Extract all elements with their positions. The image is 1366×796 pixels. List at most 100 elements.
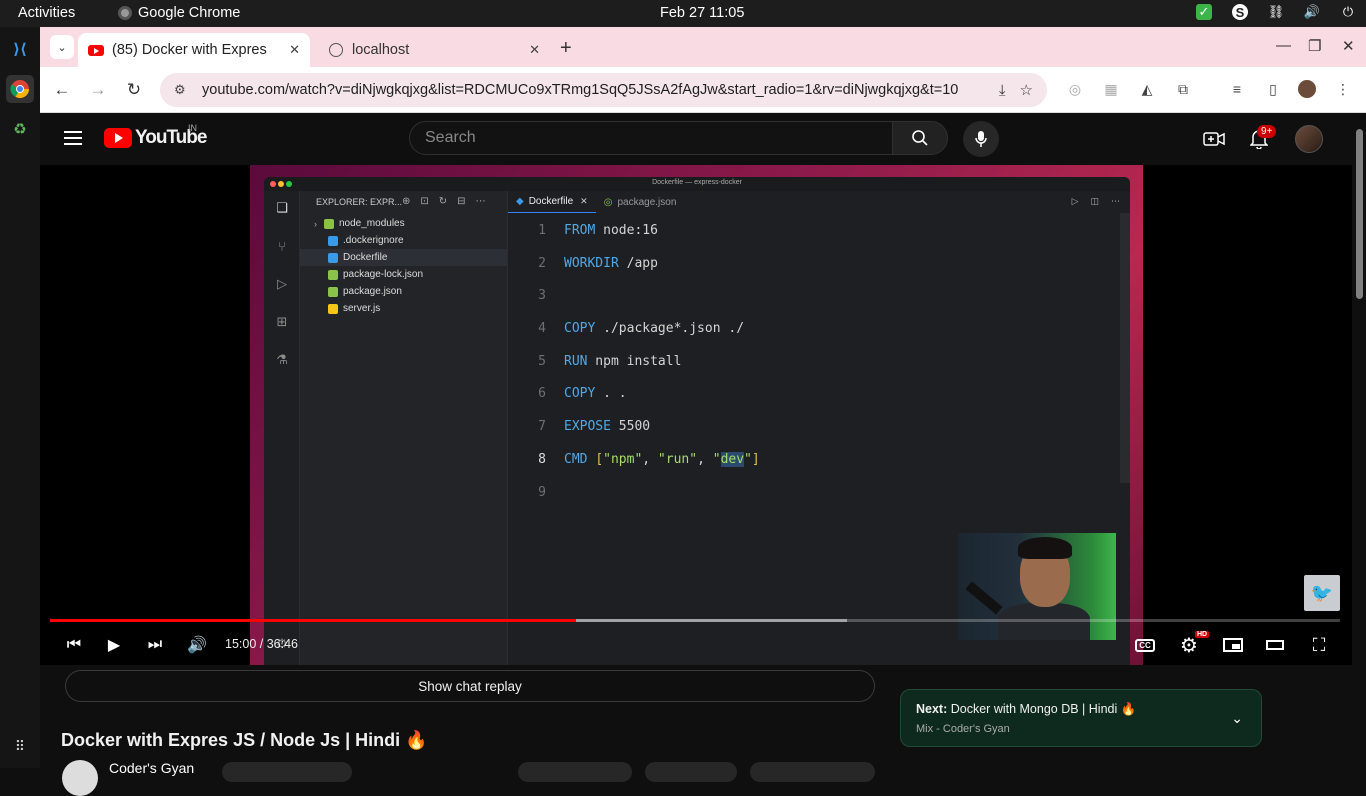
network-icon[interactable]: ⛓	[1268, 4, 1285, 20]
media-control-icon[interactable]: ≡	[1228, 80, 1246, 98]
explorer-item: .dockerignore	[300, 232, 507, 249]
tab-search-dropdown-icon[interactable]: ⌄	[50, 35, 74, 59]
up-next-title-line: Next: Docker with Mongo DB | Hindi 🔥	[916, 702, 1137, 716]
reload-button[interactable]: ↻	[122, 78, 146, 102]
more-actions-button[interactable]	[750, 762, 875, 782]
app-menu[interactable]: Google Chrome	[118, 5, 240, 21]
close-tab-icon[interactable]: ✕	[529, 42, 540, 58]
search-button[interactable]	[892, 121, 948, 155]
trash-icon[interactable]: ♻	[6, 115, 34, 143]
explorer-item: server.js	[300, 300, 507, 317]
back-button[interactable]: ←	[50, 78, 74, 102]
address-bar[interactable]: ⚙ youtube.com/watch?v=diNjwgkqjxg&list=R…	[160, 73, 1047, 107]
update-icon[interactable]: ✓	[1196, 4, 1212, 20]
maximize-icon[interactable]: ❐	[1308, 37, 1321, 55]
play-button[interactable]: ▶	[102, 633, 126, 657]
menu-hamburger-icon[interactable]	[64, 131, 82, 145]
minimize-icon[interactable]: —	[1276, 37, 1291, 54]
system-tray[interactable]: ✓ S ⛓ 🔊 ⏻	[1196, 4, 1356, 20]
collapse-icon: ⊟	[457, 196, 466, 207]
vscode-launcher-icon[interactable]: ⟩⟨	[6, 35, 34, 63]
more-icon: ⋯	[1111, 196, 1120, 206]
page-scrollbar[interactable]	[1352, 113, 1366, 768]
code-line: 7 EXPOSE 5500	[538, 419, 651, 435]
previous-button[interactable]: ⏮	[62, 633, 86, 657]
code-line: 4 COPY ./package*.json ./	[538, 321, 745, 337]
vscode-titlebar: Dockerfile — express-docker	[264, 177, 1130, 191]
editor-tab-package-json: ◎ package.json	[603, 196, 677, 208]
code-line-current: 8 CMD ["npm", "run", "dev"]	[538, 451, 760, 467]
editor-scrollbar	[1120, 213, 1130, 483]
youtube-favicon-icon	[88, 42, 104, 58]
bookmark-star-icon[interactable]: ☆	[1020, 81, 1033, 99]
json-file-icon	[328, 286, 338, 297]
source-control-icon: ⑂	[278, 238, 286, 254]
like-button[interactable]	[518, 762, 632, 782]
chrome-launcher-icon[interactable]	[6, 75, 34, 103]
activities-button[interactable]: Activities	[18, 5, 75, 21]
extension-icon[interactable]: ◎	[1066, 80, 1084, 98]
chevron-down-icon[interactable]: ⌄	[1231, 710, 1243, 727]
miniplayer-icon[interactable]	[1221, 633, 1245, 657]
youtube-logo[interactable]: YouTube IN	[104, 123, 207, 149]
url-text[interactable]: youtube.com/watch?v=diNjwgkqjxg&list=RDC…	[202, 82, 999, 98]
skype-icon[interactable]: S	[1232, 4, 1248, 20]
channel-watermark-icon[interactable]: 🐦	[1304, 575, 1340, 611]
video-player[interactable]: Dockerfile — express-docker ❏ ⑂ ▷ ⊞ ⚗ ⚙ …	[40, 165, 1352, 665]
vscode-explorer: EXPLORER: EXPR... ⊕ ⊡ ↻ ⊟ ⋯ › node_module…	[300, 191, 508, 665]
new-folder-icon: ⊡	[420, 196, 429, 207]
code-line: 1 FROM node:16	[538, 223, 658, 238]
dock: ⟩⟨ ♻ ⠿	[0, 27, 40, 768]
editor-actions: ▷ ◫ ⋯	[1072, 196, 1120, 207]
share-button[interactable]	[645, 762, 737, 782]
forward-button[interactable]: →	[86, 78, 110, 102]
tab-localhost[interactable]: localhost ✕	[318, 33, 550, 67]
channel-avatar[interactable]	[62, 760, 98, 796]
channel-name[interactable]: Coder's Gyan	[109, 760, 194, 776]
extension-icon[interactable]: ◭	[1138, 80, 1156, 98]
fullscreen-icon[interactable]: ⛶	[1307, 633, 1331, 657]
profile-avatar[interactable]	[1298, 80, 1316, 98]
run-debug-icon: ▷	[277, 276, 287, 291]
subscribe-button[interactable]	[222, 762, 352, 782]
tab-youtube[interactable]: (85) Docker with Expres ✕	[78, 33, 310, 67]
show-apps-icon[interactable]: ⠿	[6, 732, 34, 760]
code-area: 1 FROM node:16 2 WORKDIR /app 3 4 COPY ./pa…	[508, 223, 1108, 517]
kebab-menu-icon[interactable]: ⋮	[1334, 80, 1352, 98]
search-input[interactable]	[410, 122, 892, 154]
clock[interactable]: Feb 27 11:05	[660, 5, 744, 21]
power-icon[interactable]: ⏻	[1340, 4, 1356, 20]
editor-tab-dockerfile: ◆ Dockerfile ✕	[508, 191, 596, 213]
up-next-card[interactable]: Next: Docker with Mongo DB | Hindi 🔥 Mix…	[900, 689, 1262, 747]
tab-title: localhost	[352, 42, 410, 58]
site-info-icon[interactable]: ⚙	[174, 82, 190, 98]
close-tab-icon[interactable]: ✕	[289, 42, 300, 58]
new-tab-button[interactable]: +	[560, 37, 572, 60]
subtitles-cc-icon[interactable]: CC	[1133, 633, 1157, 657]
account-avatar[interactable]	[1295, 125, 1323, 153]
docker-file-icon	[328, 252, 338, 263]
close-window-icon[interactable]: ✕	[1342, 37, 1355, 55]
volume-icon[interactable]: 🔊	[185, 633, 209, 657]
vscode-activity-bar: ❏ ⑂ ▷ ⊞ ⚗ ⚙	[264, 191, 300, 665]
explorer-item: › node_modules	[314, 218, 405, 229]
folder-icon	[324, 218, 334, 229]
show-chat-replay-button[interactable]: Show chat replay	[65, 670, 875, 702]
voice-search-button[interactable]	[963, 121, 999, 157]
volume-icon[interactable]: 🔊	[1304, 4, 1320, 20]
search-box[interactable]	[409, 121, 893, 155]
create-video-icon[interactable]	[1202, 127, 1226, 151]
install-app-icon[interactable]: ⤓	[999, 82, 1006, 99]
progress-bar[interactable]	[50, 619, 1340, 622]
extensions-puzzle-icon[interactable]: ⧉	[1174, 80, 1192, 98]
tab-strip: ⌄ (85) Docker with Expres ✕ localhost ✕ …	[40, 27, 1366, 67]
extension-icon[interactable]: ▦	[1102, 80, 1120, 98]
theater-mode-icon[interactable]	[1263, 633, 1287, 657]
notifications-badge: 9+	[1257, 125, 1277, 138]
scrollbar-thumb[interactable]	[1356, 129, 1363, 299]
explorer-item: package.json	[300, 283, 507, 300]
side-panel-icon[interactable]: ▯	[1264, 80, 1282, 98]
globe-icon	[328, 42, 344, 58]
docker-file-icon: ◆	[516, 196, 524, 207]
next-button[interactable]: ⏭	[143, 633, 167, 657]
